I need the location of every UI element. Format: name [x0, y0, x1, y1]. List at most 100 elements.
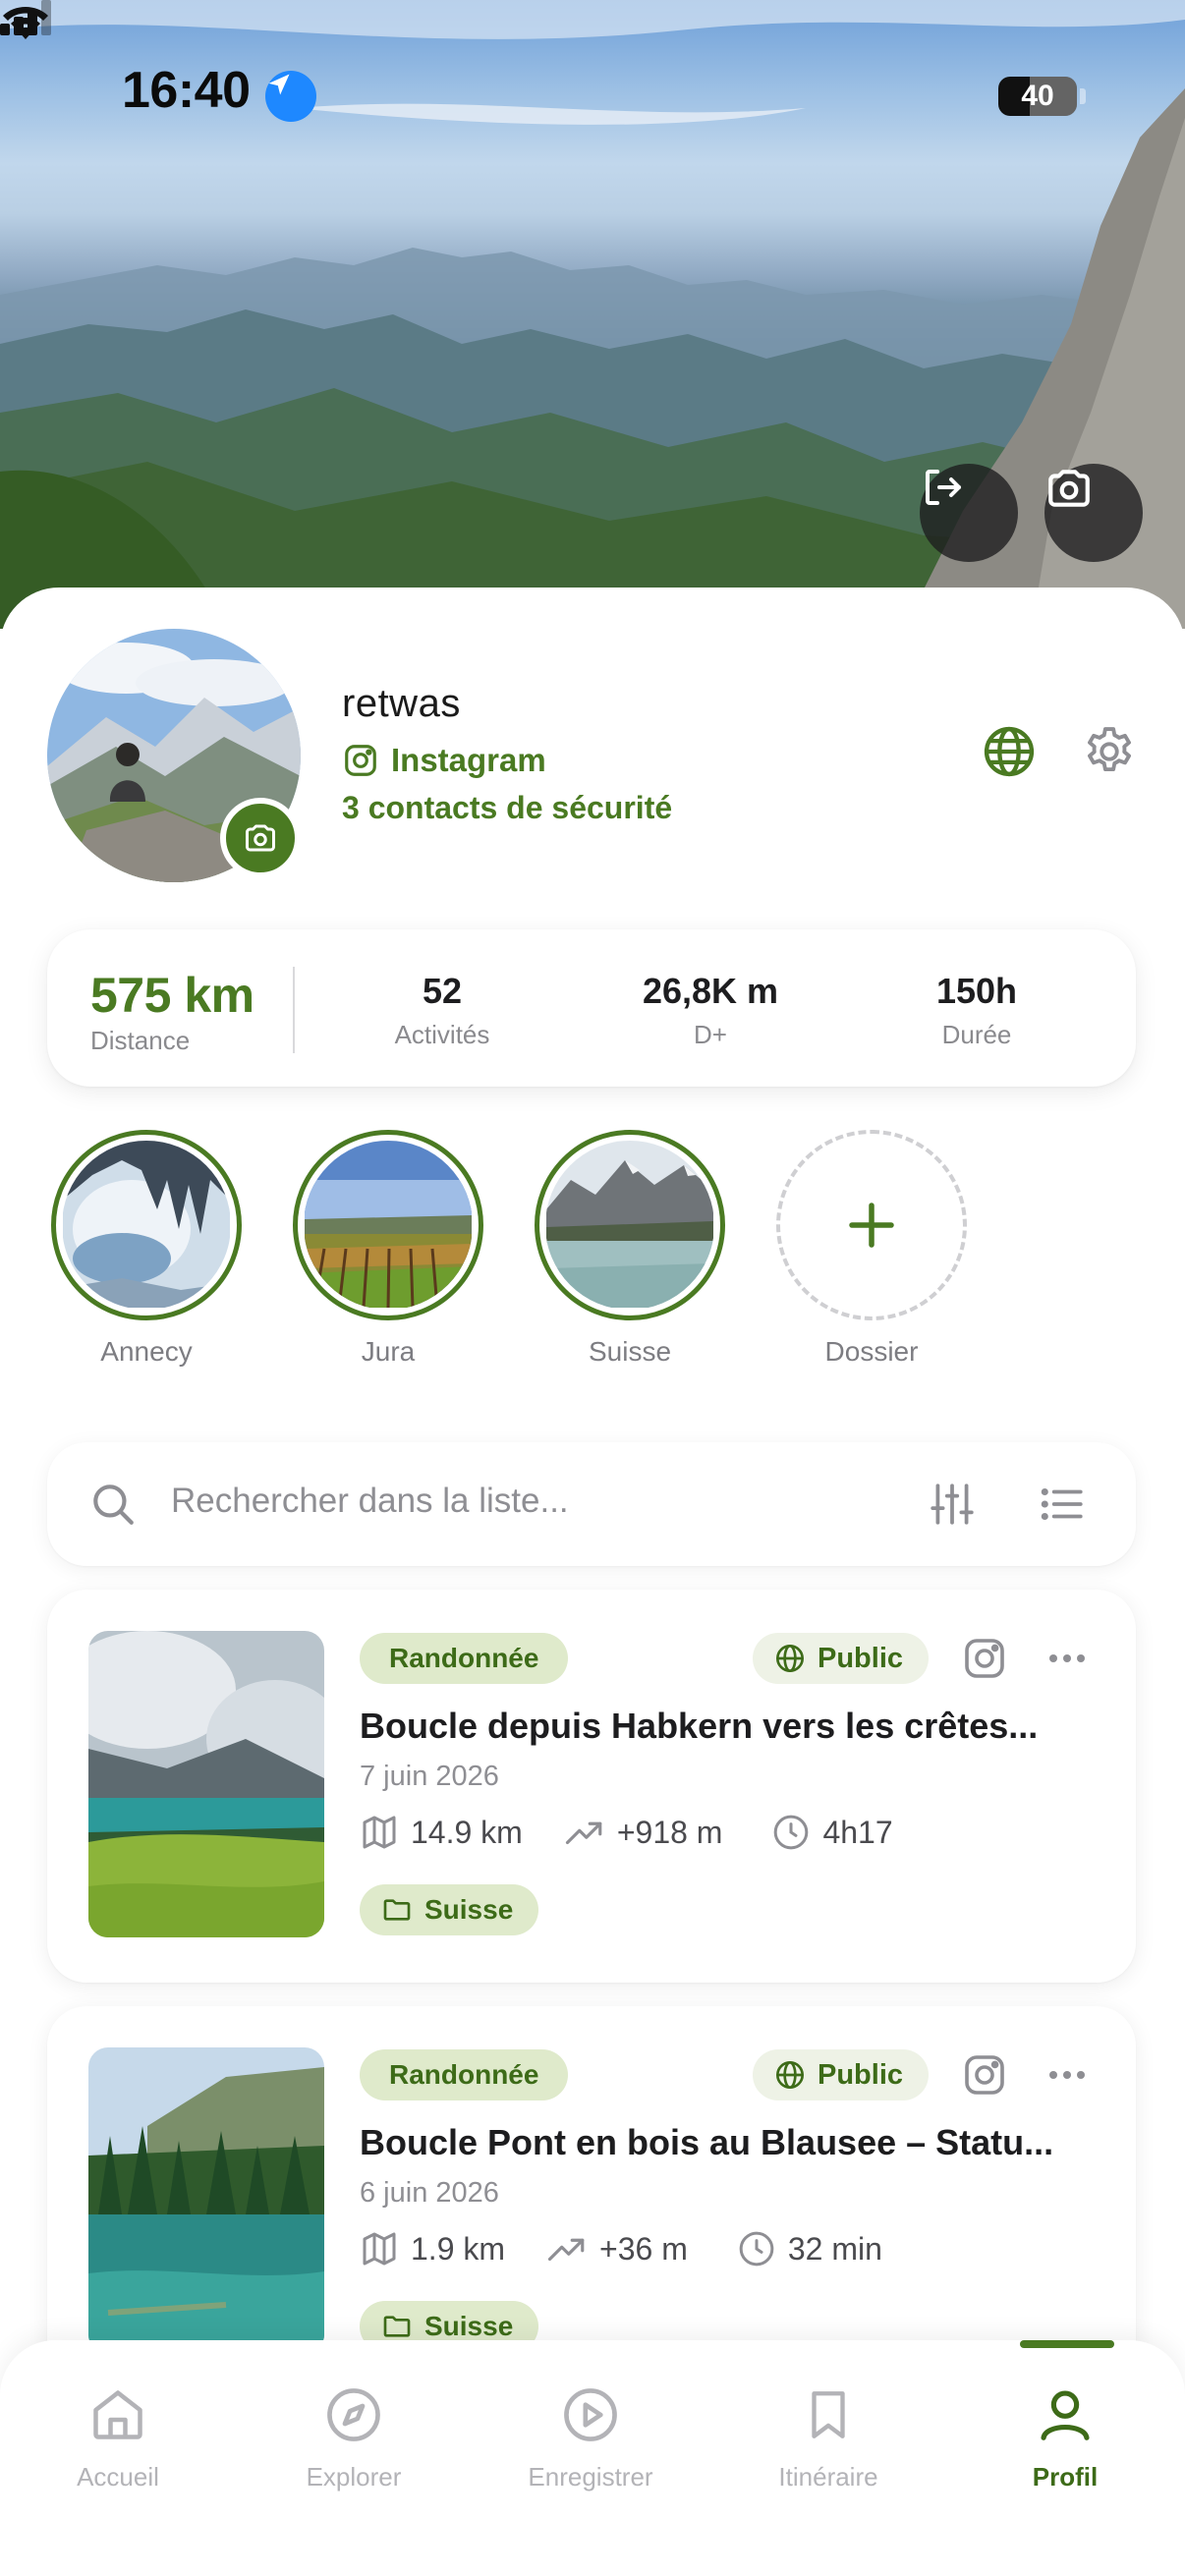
tab-label: Explorer: [306, 2462, 402, 2492]
add-folder-button[interactable]: Dossier: [776, 1130, 967, 1368]
folder-thumbnail: [545, 1141, 714, 1310]
clock-icon: [774, 1815, 809, 1850]
folder-thumbnail: [62, 1141, 231, 1310]
camera-icon: [246, 824, 275, 852]
folder-name: Suisse: [588, 1336, 672, 1367]
more-options-button[interactable]: [1044, 2051, 1091, 2103]
bookmark-icon: [812, 2391, 845, 2438]
activity-type-badge: Randonnée: [360, 1633, 569, 1684]
folder-thumbnail: [304, 1141, 473, 1310]
visibility-button[interactable]: [981, 723, 1038, 785]
folder-icon: [383, 2316, 411, 2337]
activity-title: Boucle Pont en bois au Blausee – Statu..…: [360, 2122, 1054, 2162]
folder-name: Annecy: [100, 1336, 193, 1367]
trending-up-icon: [547, 2238, 585, 2262]
activity-date: 7 juin 2026: [360, 1761, 499, 1792]
tab-label: Accueil: [77, 2462, 159, 2492]
metric-duration: 32 min: [737, 2229, 882, 2268]
tab-enregistrer[interactable]: Enregistrer: [492, 2378, 689, 2492]
visibility-label: Public: [818, 1642, 904, 1674]
map-icon: [363, 1816, 396, 1849]
map-icon: [363, 2232, 396, 2266]
visibility-badge[interactable]: Public: [753, 2049, 930, 2100]
metric-elevation-value: +918 m: [616, 1814, 723, 1850]
battery-icon: 40: [998, 77, 1077, 116]
status-bar: 16:40 40: [0, 0, 1185, 196]
activity-metrics: 14.9 km +918 m 4h17: [360, 1808, 893, 1857]
globe-icon: [984, 726, 1035, 777]
change-avatar-button[interactable]: [220, 798, 301, 878]
filter-button[interactable]: [928, 1480, 977, 1534]
folder-annecy[interactable]: Annecy: [51, 1130, 242, 1368]
instagram-icon: [965, 1639, 1004, 1678]
stat-duration-value: 150h: [935, 971, 1018, 1011]
list-icon: [1041, 1487, 1083, 1521]
safety-contacts-link[interactable]: 3 contacts de sécurité: [342, 790, 672, 826]
metric-distance: 14.9 km: [360, 1813, 523, 1852]
metric-elevation-value: +36 m: [599, 2230, 688, 2267]
metric-duration-value: 32 min: [787, 2230, 882, 2267]
instagram-link[interactable]: Instagram: [342, 739, 546, 782]
record-icon: [564, 2388, 617, 2441]
folder-ring: [51, 1130, 242, 1320]
battery-tip: [1080, 88, 1086, 104]
more-icon: [1049, 2071, 1085, 2079]
tab-itineraire[interactable]: Itinéraire: [730, 2378, 927, 2492]
list-view-button[interactable]: [1038, 1480, 1087, 1534]
folder-name: Jura: [361, 1336, 416, 1367]
tab-label: Profil: [1032, 2462, 1099, 2492]
compass-icon: [327, 2388, 380, 2441]
stat-elevation-value: 26,8K m: [642, 971, 779, 1011]
tab-explorer[interactable]: Explorer: [255, 2378, 452, 2492]
tab-label: Itinéraire: [778, 2462, 878, 2492]
folder-ring: [776, 1130, 967, 1320]
share-instagram-button[interactable]: [961, 1635, 1008, 1687]
activity-card[interactable]: Randonnée Public Boucle depuis Habkern v…: [47, 1590, 1136, 1983]
plus-icon: [849, 1203, 894, 1248]
metric-duration: 4h17: [771, 1813, 893, 1852]
logout-button[interactable]: [920, 464, 1018, 562]
globe-icon: [776, 2061, 804, 2089]
folder-name: Dossier: [824, 1336, 919, 1367]
share-instagram-button[interactable]: [961, 2051, 1008, 2103]
globe-icon: [776, 1645, 804, 1672]
stat-elevation-label: D+: [694, 1020, 727, 1049]
activity-thumbnail: [88, 2047, 324, 2354]
change-cover-button[interactable]: [1044, 464, 1143, 562]
battery-percent: 40: [1021, 80, 1054, 112]
tab-accueil[interactable]: Accueil: [20, 2378, 216, 2492]
tab-profil[interactable]: Profil: [967, 2378, 1163, 2492]
instagram-icon: [345, 745, 376, 776]
instagram-icon: [965, 2055, 1004, 2095]
stat-elevation: 26,8K m D+: [602, 971, 818, 1050]
profile-username: retwas: [342, 682, 461, 725]
activity-metrics: 1.9 km +36 m 32 min: [360, 2224, 882, 2273]
cover-photo: 16:40 40: [0, 0, 1185, 629]
stat-duration: 150h Durée: [869, 971, 1085, 1050]
person-icon: [1041, 2390, 1090, 2440]
folder-badge[interactable]: Suisse: [360, 1884, 539, 1935]
search-input[interactable]: Rechercher dans la liste...: [171, 1482, 569, 1521]
folder-ring: [535, 1130, 725, 1320]
home-icon: [93, 2390, 142, 2439]
search-bar[interactable]: Rechercher dans la liste...: [47, 1442, 1136, 1566]
more-icon: [1049, 1654, 1085, 1662]
trending-up-icon: [565, 1821, 602, 1845]
visibility-badge[interactable]: Public: [753, 1633, 930, 1684]
folder-jura[interactable]: Jura: [293, 1130, 483, 1368]
stat-activities-value: 52: [422, 971, 463, 1011]
folder-suisse[interactable]: Suisse: [535, 1130, 725, 1368]
stat-distance: 575 km Distance: [90, 967, 254, 1056]
settings-button[interactable]: [1081, 723, 1138, 785]
instagram-label: Instagram: [391, 742, 546, 778]
stats-divider: [293, 967, 295, 1053]
bottom-tab-bar: Accueil Explorer Enregistrer Itinéraire: [0, 2340, 1185, 2576]
activity-title: Boucle depuis Habkern vers les crêtes...: [360, 1706, 1039, 1746]
tab-label: Enregistrer: [528, 2462, 653, 2492]
wifi-icon: [3, 7, 48, 39]
search-icon: [93, 1484, 134, 1525]
more-options-button[interactable]: [1044, 1635, 1091, 1687]
metric-duration-value: 4h17: [822, 1814, 893, 1850]
stat-activities: 52 Activités: [334, 971, 550, 1050]
folder-ring: [293, 1130, 483, 1320]
